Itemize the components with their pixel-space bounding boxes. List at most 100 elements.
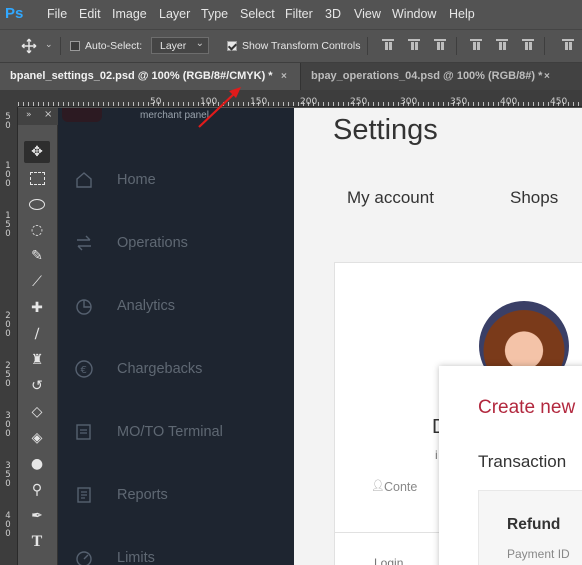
stamp-tool-icon[interactable]: ♜	[24, 349, 50, 371]
menu-image[interactable]: Image	[112, 7, 147, 21]
menu-edit[interactable]: Edit	[79, 7, 101, 21]
move-icon[interactable]	[21, 38, 37, 54]
brush-tool-icon[interactable]: ✎	[24, 245, 50, 267]
sidebar-item-label: MO/TO Terminal	[117, 424, 223, 440]
sidebar-item-moto-terminal[interactable]: MO/TO Terminal	[58, 412, 294, 452]
align-bottom-icon[interactable]	[434, 39, 446, 51]
vertical-ruler[interactable]: 50 100 150 200 250 300 350 400	[0, 107, 18, 565]
align-left-icon[interactable]	[470, 39, 482, 51]
auto-select-target-dropdown[interactable]: Layer ⌄	[151, 37, 209, 54]
align-hcenter-icon[interactable]	[496, 39, 508, 51]
show-transform-checkbox[interactable]	[227, 41, 237, 51]
blur-tool-icon[interactable]: ●	[24, 453, 50, 475]
sidebar-item-chargebacks[interactable]: € Chargebacks	[58, 349, 294, 389]
align-vcenter-icon[interactable]	[408, 39, 420, 51]
photoshop-logo-icon: Ps	[5, 5, 24, 22]
bucket-tool-icon[interactable]: ◈	[24, 427, 50, 449]
ruler-label: 200	[300, 97, 318, 107]
sidebar-item-label: Home	[117, 172, 156, 188]
gauge-icon	[76, 551, 92, 565]
sidebar-item-home[interactable]: Home	[58, 160, 294, 200]
ruler-label: 300	[400, 97, 418, 107]
auto-select-label: Auto-Select:	[85, 40, 143, 52]
expand-icon[interactable]: »	[26, 110, 32, 120]
sidebar-item-label: Reports	[117, 487, 168, 503]
type-tool-icon[interactable]: T	[24, 531, 50, 553]
user-subtitle: i	[435, 448, 438, 462]
ruler-label: 200	[5, 311, 11, 339]
tools-panel: » × ✥ ◌ ✎ ⟋ ✚ ∕ ♜ ↺ ◇ ◈ ● ⚲ ✒ T	[18, 108, 58, 565]
svg-text:€: €	[81, 365, 87, 376]
show-transform-label: Show Transform Controls	[242, 40, 361, 52]
healing-tool-icon[interactable]: ✚	[24, 297, 50, 319]
dodge-tool-icon[interactable]: ⚲	[24, 479, 50, 501]
refund-label: Refund	[507, 516, 561, 533]
chevron-down-icon: ⌄	[195, 38, 204, 49]
modal-title: Create new	[478, 397, 576, 418]
brush-tool-icon[interactable]: ∕	[24, 323, 50, 345]
document-canvas[interactable]: merchant panel Home Operations Analytics…	[58, 108, 582, 565]
ruler-label: 50	[5, 112, 11, 131]
tab-shops[interactable]: Shops	[510, 188, 558, 208]
ruler-label: 250	[350, 97, 368, 107]
options-divider	[456, 37, 457, 55]
login-label: Login	[374, 556, 404, 565]
sidebar-item-analytics[interactable]: Analytics	[58, 286, 294, 326]
contact-label: Conte	[384, 480, 418, 494]
payment-id-label: Payment ID	[507, 547, 570, 561]
euro-icon: €	[75, 360, 93, 378]
close-icon[interactable]: ×	[44, 109, 52, 120]
arrows-icon	[77, 235, 91, 251]
options-divider	[367, 37, 368, 55]
lasso-tool-icon[interactable]	[24, 193, 50, 215]
menu-file[interactable]: File	[47, 7, 67, 21]
ruler-label: 450	[550, 97, 568, 107]
sidebar-item-limits[interactable]: Limits	[58, 538, 294, 565]
ruler-label: 150	[250, 97, 268, 107]
distribute-icon[interactable]	[562, 39, 574, 51]
tab-bpanel-settings[interactable]: bpanel_settings_02.psd @ 100% (RGB/8#/CM…	[0, 63, 300, 90]
ruler-label: 400	[5, 511, 11, 539]
eraser-tool-icon[interactable]: ◇	[24, 401, 50, 423]
ruler-label: 350	[450, 97, 468, 107]
brand-text: merchant panel	[140, 110, 209, 121]
menu-3d[interactable]: 3D	[325, 7, 341, 21]
menu-filter[interactable]: Filter	[285, 7, 313, 21]
tools-panel-header: » ×	[18, 108, 58, 125]
close-icon[interactable]: ×	[281, 63, 287, 90]
user-icon: 👤︎	[371, 479, 385, 492]
eyedropper-tool-icon[interactable]: ⟋	[24, 271, 50, 293]
tab-bpay-operations[interactable]: bpay_operations_04.psd @ 100% (RGB/8#) *…	[300, 63, 557, 90]
ruler-label: 300	[5, 411, 11, 439]
menu-window[interactable]: Window	[392, 7, 436, 21]
sidebar-item-operations[interactable]: Operations	[58, 223, 294, 263]
ruler-corner	[0, 90, 18, 107]
menu-type[interactable]: Type	[201, 7, 228, 21]
close-icon[interactable]: ×	[544, 63, 550, 90]
menu-select[interactable]: Select	[240, 7, 275, 21]
history-brush-tool-icon[interactable]: ↺	[24, 375, 50, 397]
tab-title: bpay_operations_04.psd @ 100% (RGB/8#) *	[311, 70, 543, 82]
ruler-label: 150	[5, 211, 11, 239]
pen-tool-icon[interactable]: ✒	[24, 505, 50, 527]
tab-title: bpanel_settings_02.psd @ 100% (RGB/8#/CM…	[10, 70, 273, 82]
auto-select-checkbox[interactable]	[70, 41, 80, 51]
align-right-icon[interactable]	[522, 39, 534, 51]
move-tool-icon[interactable]: ✥	[24, 141, 50, 163]
tab-my-account[interactable]: My account	[347, 188, 434, 208]
ruler-label: 100	[5, 161, 11, 189]
ruler-label: 50	[150, 97, 162, 107]
marquee-tool-icon[interactable]	[24, 167, 50, 189]
page-title: Settings	[333, 114, 438, 146]
quick-select-tool-icon[interactable]: ◌	[24, 219, 50, 241]
menu-help[interactable]: Help	[449, 7, 475, 21]
align-top-icon[interactable]	[382, 39, 394, 51]
sidebar-item-reports[interactable]: Reports	[58, 475, 294, 515]
menu-layer[interactable]: Layer	[159, 7, 190, 21]
merchant-sidebar: merchant panel Home Operations Analytics…	[58, 108, 294, 565]
dropdown-value: Layer	[160, 40, 187, 52]
tool-preset-chevron-down-icon[interactable]: ⌄	[45, 40, 53, 50]
menu-view[interactable]: View	[354, 7, 381, 21]
horizontal-ruler[interactable]: 50 100 150 200 250 300 350 400 450	[18, 90, 582, 107]
terminal-icon	[76, 424, 91, 440]
